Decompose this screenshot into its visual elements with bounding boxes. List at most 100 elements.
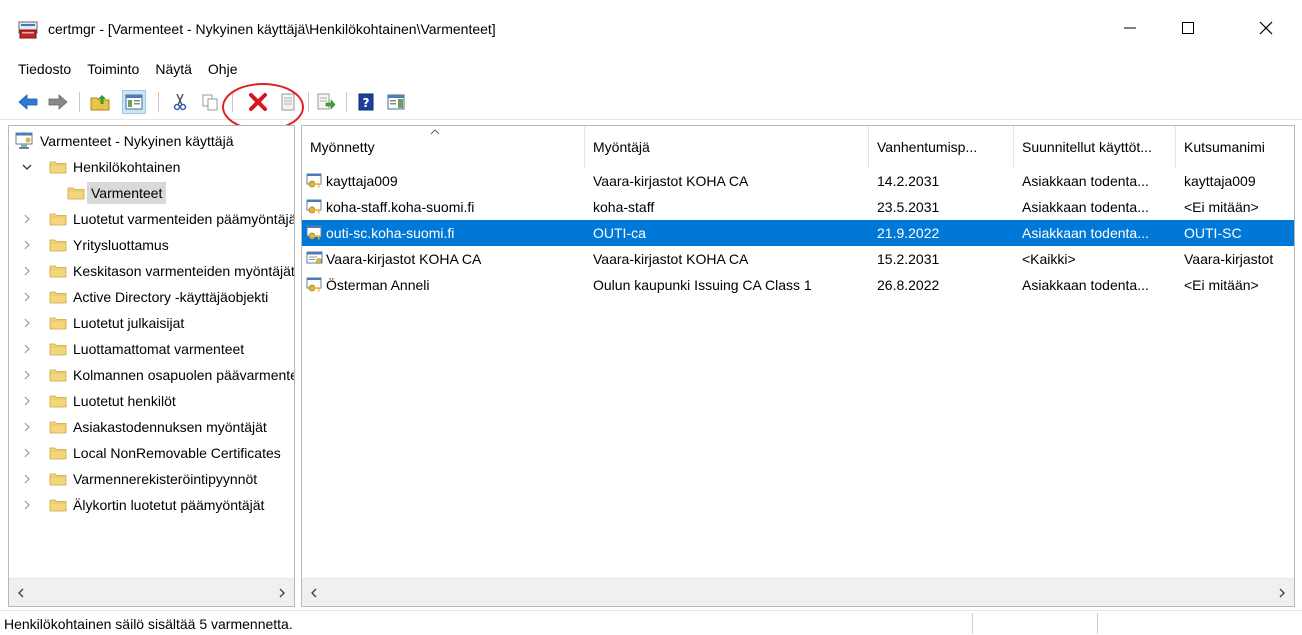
table-row[interactable]: Vaara-kirjastot KOHA CA Vaara-kirjastot K… [302,246,1294,272]
chevron-right-icon[interactable] [21,447,33,459]
menu-bar: Tiedosto Toiminto Näytä Ohje [0,54,1302,84]
scroll-right-button[interactable] [270,579,294,606]
column-header-label: Myönnetty [310,139,375,155]
folder-icon [49,342,67,356]
close-button[interactable] [1237,10,1295,46]
properties-button[interactable] [276,90,300,114]
tree-root[interactable]: Varmenteet - Nykyinen käyttäjä [9,128,294,154]
tree-item-label: Luotetut henkilöt [73,393,176,409]
table-cell-issuer: Vaara-kirjastot KOHA CA [593,251,749,267]
table-cell-expires: 21.9.2022 [877,225,940,241]
tree-item[interactable]: Varmennerekisteröintipyynnöt [9,466,294,492]
help-button[interactable]: ? [354,90,378,114]
forward-button[interactable] [46,90,70,114]
column-header-friendly-name[interactable]: Kutsumanimi [1176,126,1294,168]
scroll-left-button[interactable] [302,579,326,606]
chevron-left-icon [311,588,317,598]
tree-item[interactable]: Active Directory -käyttäjäobjekti [9,284,294,310]
up-folder-button[interactable] [88,90,112,114]
status-divider [972,613,973,634]
chevron-right-icon[interactable] [21,291,33,303]
minimize-button[interactable] [1101,10,1159,46]
table-row[interactable]: kayttaja009 Vaara-kirjastot KOHA CA 14.2.2… [302,168,1294,194]
table-cell-issuer: Oulun kaupunki Issuing CA Class 1 [593,277,812,293]
column-header-label: Myöntäjä [593,139,650,155]
chevron-right-icon[interactable] [21,421,33,433]
export-list-button[interactable] [314,90,338,114]
table-row[interactable]: outi-sc.koha-suomi.fi OUTI-ca 21.9.2022 Asi… [302,220,1294,246]
folder-icon [49,446,67,460]
status-divider [1097,613,1098,634]
tree-item-label: Keskitason varmenteiden myöntäjät [73,263,294,279]
table-cell-issued-to: outi-sc.koha-suomi.fi [326,225,455,241]
tree-item[interactable]: Kolmannen osapuolen päävarmenteiden myön… [9,362,294,388]
folder-icon [49,238,67,252]
column-header-expiration[interactable]: Vanhentumisp... [869,126,1014,168]
show-hide-action-pane-button[interactable] [384,90,408,114]
menu-toiminto[interactable]: Toiminto [79,57,147,81]
menu-ohje[interactable]: Ohje [200,57,246,81]
tree-item[interactable]: Henkilökohtainen [9,154,294,180]
chevron-right-icon[interactable] [21,395,33,407]
chevron-right-icon[interactable] [21,473,33,485]
maximize-button[interactable] [1159,10,1217,46]
folder-icon [49,498,67,512]
column-header-intended-purposes[interactable]: Suunnitellut käyttöt... [1014,126,1176,168]
chevron-right-icon[interactable] [21,499,33,511]
console-tree-content: Varmenteet - Nykyinen käyttäjä Henkilöko… [9,126,294,578]
scroll-right-button[interactable] [1270,579,1294,606]
folder-icon [49,472,67,486]
tree-item[interactable]: Luotetut henkilöt [9,388,294,414]
chevron-right-icon[interactable] [21,239,33,251]
show-hide-console-tree-button[interactable] [122,90,146,114]
list-horizontal-scrollbar[interactable] [302,578,1294,606]
scroll-left-button[interactable] [9,579,33,606]
tree-item-label: Varmenteet [87,182,167,204]
menu-tiedosto[interactable]: Tiedosto [10,57,79,81]
chevron-right-icon[interactable] [21,369,33,381]
table-cell-expires: 15.2.2031 [877,251,940,267]
show-hide-action-pane-icon [387,94,405,110]
delete-button[interactable] [246,90,270,114]
tree-item[interactable]: Luottamattomat varmenteet [9,336,294,362]
tree-horizontal-scrollbar[interactable] [9,578,294,606]
cut-button[interactable] [168,90,192,114]
show-hide-console-tree-icon [125,94,143,110]
tree-item[interactable]: Yritysluottamus [9,232,294,258]
chevron-right-icon[interactable] [21,317,33,329]
table-row[interactable]: Österman Anneli Oulun kaupunki Issuing CA… [302,272,1294,298]
help-icon: ? [358,93,374,111]
table-cell-purposes: Asiakkaan todenta... [1022,199,1149,215]
table-row[interactable]: koha-staff.koha-suomi.fi koha-staff 23.5.2… [302,194,1294,220]
scroll-track[interactable] [33,579,270,606]
chevron-right-icon[interactable] [21,213,33,225]
menu-nayta[interactable]: Näytä [147,57,200,81]
copy-button[interactable] [198,90,222,114]
tree-item[interactable]: Älykortin luotetut päämyöntäjät [9,492,294,518]
tree-item[interactable]: Keskitason varmenteiden myöntäjät [9,258,294,284]
tree-item[interactable]: Asiakastodennuksen myöntäjät [9,414,294,440]
chevron-right-icon[interactable] [21,343,33,355]
tree-item[interactable]: Varmenteet [9,180,294,206]
table-cell-issued-to: koha-staff.koha-suomi.fi [326,199,475,215]
tree-item[interactable]: Luotetut julkaisijat [9,310,294,336]
delete-icon [249,93,267,111]
column-header-issued-to[interactable]: Myönnetty [302,126,585,168]
tree-item[interactable]: Local NonRemovable Certificates [9,440,294,466]
table-cell-issuer: OUTI-ca [593,225,646,241]
properties-icon [281,93,295,111]
folder-icon [49,394,67,408]
title-bar: certmgr - [Varmenteet - Nykyinen käyttäj… [0,0,1302,54]
chevron-right-icon[interactable] [21,265,33,277]
scroll-track[interactable] [326,579,1270,606]
column-header-label: Suunnitellut käyttöt... [1022,139,1152,155]
chevron-down-icon[interactable] [21,161,33,173]
column-header-issuer[interactable]: Myöntäjä [585,126,869,168]
tree-item-label: Luotetut varmenteiden päämyöntäjät [73,211,294,227]
tree-item[interactable]: Luotetut varmenteiden päämyöntäjät [9,206,294,232]
tree-item-label: Yritysluottamus [73,237,169,253]
back-button[interactable] [16,90,40,114]
tree-item-label: Asiakastodennuksen myöntäjät [73,419,267,435]
certificate-icon [306,251,324,267]
table-cell-issued-to: Österman Anneli [326,277,430,293]
